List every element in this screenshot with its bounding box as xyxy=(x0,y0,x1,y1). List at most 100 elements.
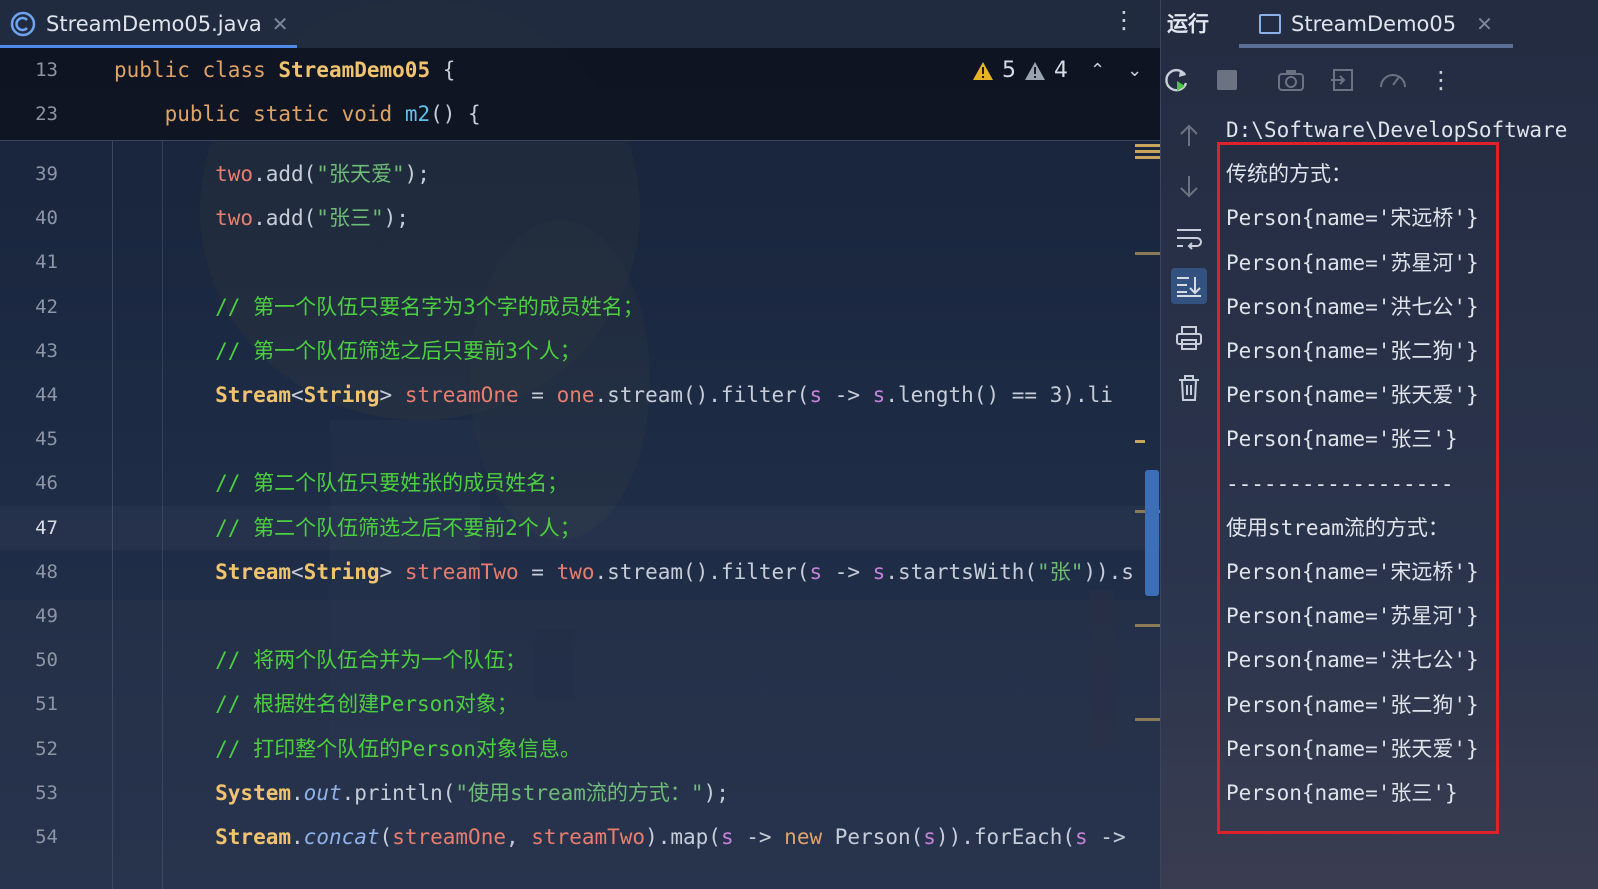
sticky-scroll-header[interactable]: 5 4 ⌃ ⌄ 13 public class StreamDemo05 {23 … xyxy=(0,48,1160,141)
code-text[interactable]: // 第二个队伍只要姓张的成员姓名； xyxy=(114,461,568,505)
code-token: -> xyxy=(1087,825,1126,849)
thread-dump-button[interactable] xyxy=(1275,64,1307,96)
code-line[interactable]: 45 xyxy=(0,417,1160,461)
code-token: streamOne xyxy=(404,383,519,407)
soft-wrap-button[interactable] xyxy=(1171,220,1207,256)
code-text[interactable]: // 将两个队伍合并为一个队伍； xyxy=(114,638,526,682)
code-token: ); xyxy=(383,206,409,231)
line-number[interactable]: 13 xyxy=(0,48,58,92)
error-stripe-mark[interactable] xyxy=(1135,156,1160,159)
code-line[interactable]: 53 System.out.println("使用stream流的方式："); xyxy=(0,771,1160,815)
code-token: ); xyxy=(404,162,430,186)
code-text[interactable]: public class StreamDemo05 { xyxy=(114,48,455,92)
code-text[interactable]: Stream<String> streamTwo = two.stream().… xyxy=(114,550,1134,594)
line-number[interactable]: 39 xyxy=(0,152,58,196)
line-number[interactable]: 49 xyxy=(0,594,58,638)
line-number[interactable]: 44 xyxy=(0,373,58,417)
profiler-button[interactable] xyxy=(1377,64,1409,96)
code-text[interactable]: Stream<String> streamOne = one.stream().… xyxy=(114,373,1113,417)
code-text[interactable]: two.add("张天爱"); xyxy=(114,152,430,196)
scroll-up-button[interactable] xyxy=(1171,118,1207,154)
line-number[interactable]: 52 xyxy=(0,727,58,771)
rerun-button[interactable] xyxy=(1161,64,1193,96)
close-icon[interactable]: ✕ xyxy=(1476,12,1493,36)
run-tool-window: 运行 StreamDemo05 ✕ ⋮ D:\Software\DevelopS… xyxy=(1160,0,1598,889)
code-token: . xyxy=(291,825,304,849)
code-line[interactable]: 41 xyxy=(0,240,1160,284)
line-number[interactable]: 48 xyxy=(0,550,58,594)
code-token: . xyxy=(291,780,304,805)
code-text[interactable]: Stream.concat(streamOne, streamTwo).map(… xyxy=(114,815,1126,859)
line-number[interactable]: 53 xyxy=(0,771,58,815)
line-number[interactable]: 47 xyxy=(0,506,58,550)
code-line[interactable]: 51 // 根据姓名创建Person对象； xyxy=(0,682,1160,726)
code-line[interactable]: 42 // 第一个队伍只要名字为3个字的成员姓名； xyxy=(0,285,1160,329)
line-number[interactable]: 50 xyxy=(0,638,58,682)
code-token: { xyxy=(430,58,456,82)
more-options-icon[interactable]: ⋮ xyxy=(1425,64,1457,96)
code-line[interactable]: 47 // 第二个队伍筛选之后不要前2个人； xyxy=(0,506,1160,550)
trash-icon xyxy=(1179,375,1199,401)
code-line[interactable]: 44 Stream<String> streamOne = one.stream… xyxy=(0,373,1160,417)
exit-button[interactable] xyxy=(1327,64,1359,96)
line-number[interactable]: 54 xyxy=(0,815,58,859)
code-token: // 打印整个队伍的Person对象信息。 xyxy=(114,736,581,761)
code-line[interactable]: 49 xyxy=(0,594,1160,638)
line-number[interactable]: 40 xyxy=(0,196,58,240)
error-stripe-mark[interactable] xyxy=(1135,624,1160,627)
run-toolbar: ⋮ xyxy=(1161,56,1598,104)
scroll-down-button[interactable] xyxy=(1171,168,1207,204)
line-number[interactable]: 23 xyxy=(0,92,58,136)
code-text[interactable]: // 第二个队伍筛选之后不要前2个人； xyxy=(114,506,581,550)
code-token: < xyxy=(291,383,304,407)
code-text[interactable]: two.add("张三"); xyxy=(114,196,409,240)
code-token: // 第一个队伍只要名字为3个字的成员姓名； xyxy=(114,294,644,319)
line-number[interactable]: 41 xyxy=(0,240,58,284)
line-number[interactable]: 51 xyxy=(0,682,58,726)
scrollbar-markers[interactable] xyxy=(1135,140,1160,889)
more-options-icon[interactable]: ⋮ xyxy=(1112,6,1136,34)
code-text[interactable]: System.out.println("使用stream流的方式："); xyxy=(114,771,729,815)
code-token: .stream().filter( xyxy=(594,383,810,407)
code-line[interactable]: 40 two.add("张三"); xyxy=(0,196,1160,240)
error-stripe-mark[interactable] xyxy=(1135,150,1160,153)
code-text[interactable]: // 根据姓名创建Person对象； xyxy=(114,682,518,726)
scroll-to-end-button[interactable] xyxy=(1171,268,1207,304)
tab-run-streamdemo05[interactable]: StreamDemo05 ✕ xyxy=(1259,0,1493,48)
tab-streamdemo05-java[interactable]: StreamDemo05.java ✕ xyxy=(0,0,297,48)
code-line[interactable]: 48 Stream<String> streamTwo = two.stream… xyxy=(0,550,1160,594)
line-number[interactable]: 42 xyxy=(0,285,58,329)
line-number[interactable]: 45 xyxy=(0,417,58,461)
clear-all-button[interactable] xyxy=(1171,370,1207,406)
stop-button[interactable] xyxy=(1211,64,1243,96)
code-text[interactable]: // 打印整个队伍的Person对象信息。 xyxy=(114,727,581,771)
print-button[interactable] xyxy=(1171,320,1207,356)
code-line[interactable]: 43 // 第一个队伍筛选之后只要前3个人； xyxy=(0,329,1160,373)
code-token: streamTwo xyxy=(404,559,519,584)
code-token: < xyxy=(291,559,304,584)
active-tab-indicator xyxy=(1239,44,1513,48)
code-line[interactable]: 52 // 打印整个队伍的Person对象信息。 xyxy=(0,727,1160,771)
line-number[interactable]: 46 xyxy=(0,461,58,505)
error-stripe-mark[interactable] xyxy=(1135,252,1160,255)
code-line[interactable]: 46 // 第二个队伍只要姓张的成员姓名； xyxy=(0,461,1160,505)
code-token: > xyxy=(379,559,405,584)
error-stripe-mark[interactable] xyxy=(1135,144,1160,147)
code-text[interactable]: public static void m2() { xyxy=(114,92,481,136)
scrollbar-thumb[interactable] xyxy=(1145,470,1159,596)
line-number[interactable]: 43 xyxy=(0,329,58,373)
code-line[interactable]: 50 // 将两个队伍合并为一个队伍； xyxy=(0,638,1160,682)
code-line[interactable]: 23 public static void m2() { xyxy=(0,92,1160,136)
code-editor[interactable]: StreamDemo05.java ✕ ⋮ 39 two.add("张天爱");… xyxy=(0,0,1160,889)
tab-label: StreamDemo05.java xyxy=(46,12,262,36)
code-text[interactable]: // 第一个队伍只要名字为3个字的成员姓名； xyxy=(114,285,644,329)
code-line[interactable]: 54 Stream.concat(streamOne, streamTwo).m… xyxy=(0,815,1160,859)
code-token: ).map( xyxy=(645,825,721,849)
error-stripe-mark[interactable] xyxy=(1135,440,1145,443)
code-line[interactable]: 39 two.add("张天爱"); xyxy=(0,152,1160,196)
close-icon[interactable]: ✕ xyxy=(272,12,289,36)
code-token: concat xyxy=(303,825,380,849)
code-text[interactable]: // 第一个队伍筛选之后只要前3个人； xyxy=(114,329,581,373)
code-line[interactable]: 13 public class StreamDemo05 { xyxy=(0,48,1160,92)
error-stripe-mark[interactable] xyxy=(1135,718,1160,721)
